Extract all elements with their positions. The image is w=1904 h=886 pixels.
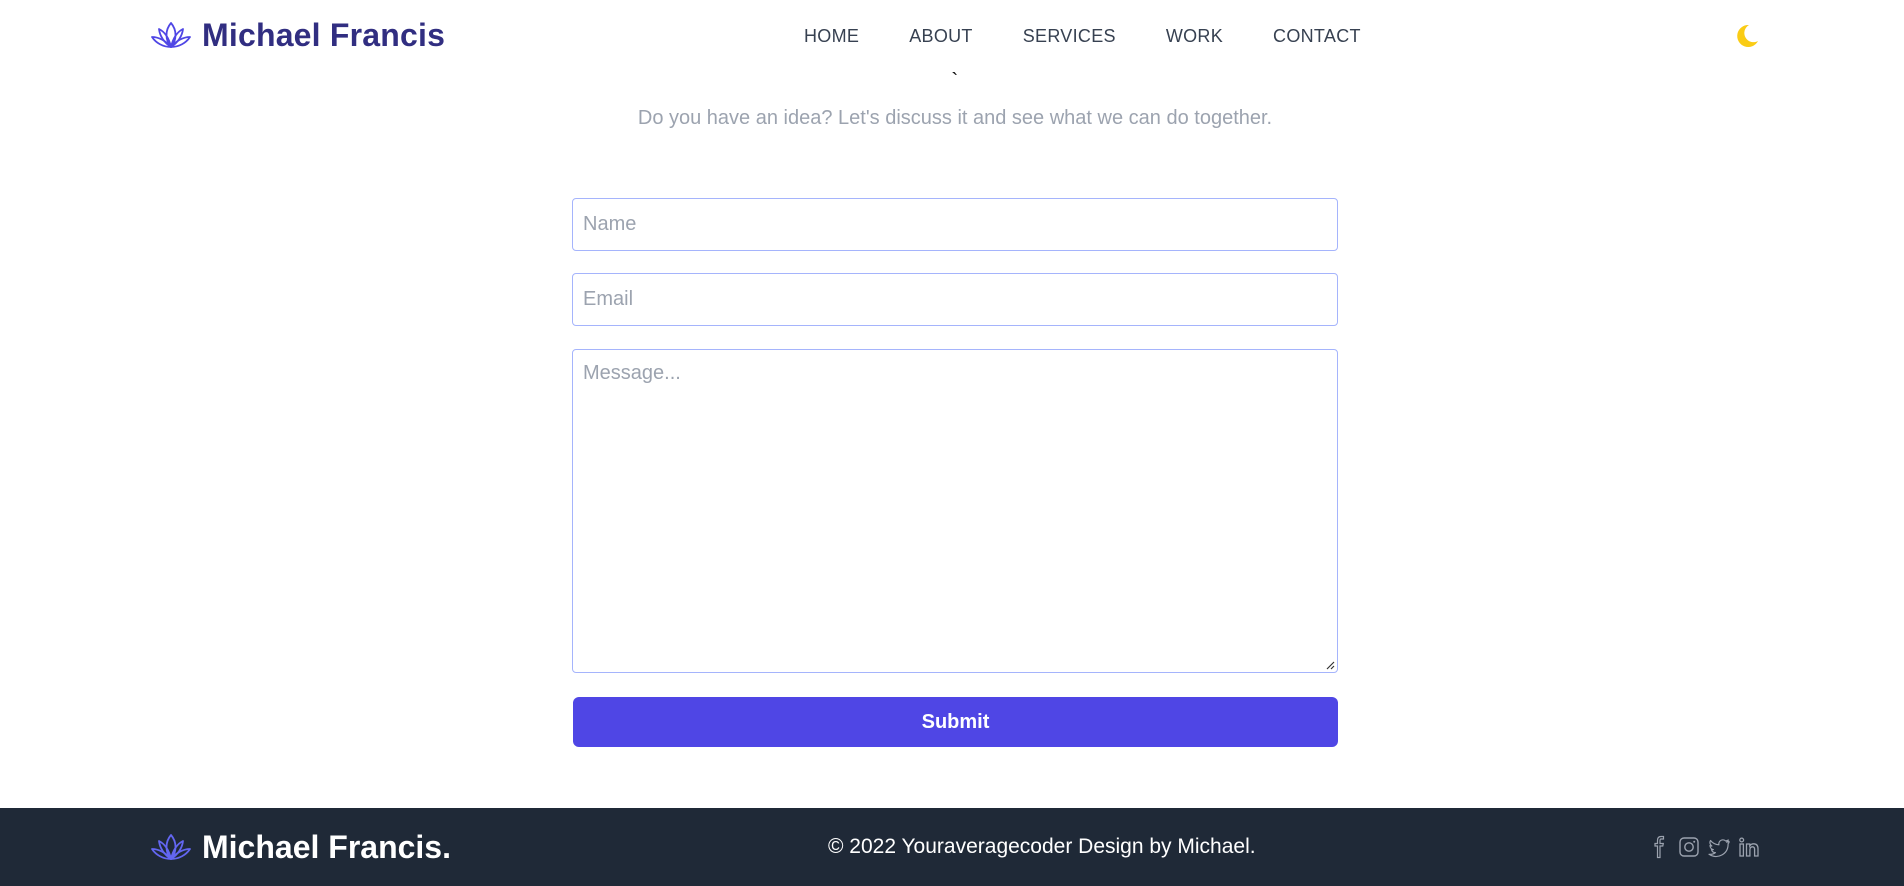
message-textarea[interactable]: [572, 349, 1338, 673]
nav-about[interactable]: ABOUT: [909, 22, 973, 50]
resize-handle-icon[interactable]: [1325, 660, 1335, 670]
nav-contact[interactable]: CONTACT: [1273, 22, 1361, 50]
email-input[interactable]: [572, 273, 1338, 326]
nav-work[interactable]: WORK: [1166, 22, 1223, 50]
lotus-logo-icon: [151, 22, 191, 48]
copyright-text: © 2022 Youraveragecoder Design by Michae…: [828, 835, 1256, 858]
name-input[interactable]: [572, 198, 1338, 251]
nav-home[interactable]: HOME: [804, 22, 859, 50]
section-heading-fragment: `: [951, 68, 959, 93]
moon-icon[interactable]: [1732, 22, 1760, 50]
site-footer: Michael Francis. © 2022 Youraveragecoder…: [0, 808, 1904, 886]
brand-name: Michael Francis: [202, 16, 446, 53]
submit-button[interactable]: Submit: [573, 697, 1338, 747]
site-header: Michael Francis HOME ABOUT SERVICES WORK…: [0, 0, 1904, 72]
contact-subtitle: Do you have an idea? Let's discuss it an…: [637, 107, 1273, 129]
nav-services[interactable]: SERVICES: [1023, 22, 1116, 50]
main-nav: HOME ABOUT SERVICES WORK CONTACT: [804, 22, 1361, 50]
social-links: [1648, 835, 1760, 859]
brand-link[interactable]: Michael Francis: [150, 14, 445, 56]
lotus-logo-icon: [151, 834, 191, 860]
linkedin-icon[interactable]: [1738, 835, 1760, 859]
footer-brand[interactable]: Michael Francis.: [150, 824, 451, 870]
instagram-icon[interactable]: [1678, 835, 1700, 859]
facebook-icon[interactable]: [1648, 835, 1670, 859]
footer-brand-name: Michael Francis.: [202, 828, 451, 865]
twitter-icon[interactable]: [1708, 835, 1730, 859]
